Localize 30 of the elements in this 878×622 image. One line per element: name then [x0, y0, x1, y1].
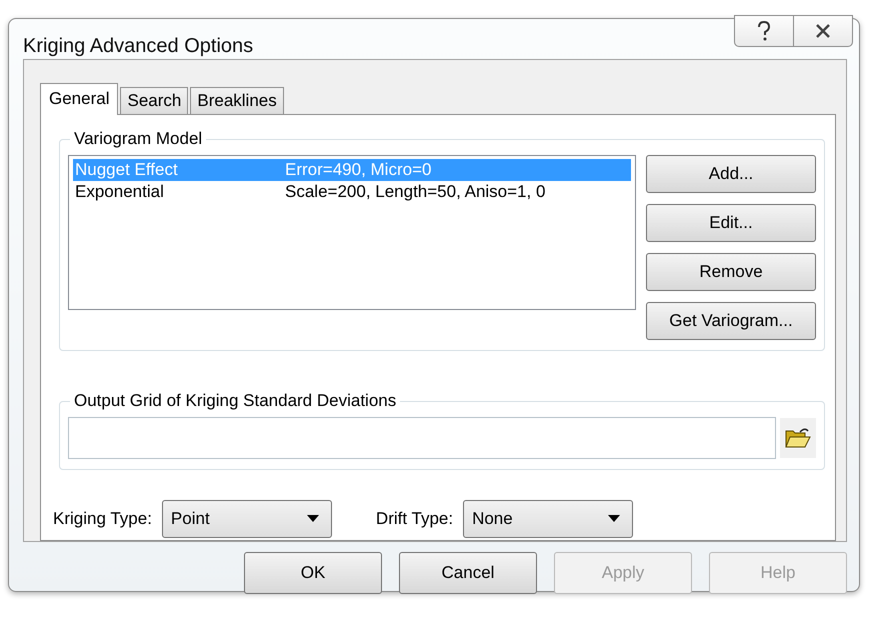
dropdown-arrow-icon: [306, 515, 319, 523]
button[interactable]: Get Variogram...: [646, 302, 816, 340]
tab[interactable]: General: [40, 83, 118, 115]
group-title: Output Grid of Kriging Standard Deviations: [73, 391, 398, 411]
button[interactable]: Add...: [646, 155, 816, 193]
dropdown[interactable]: None: [463, 500, 634, 538]
tab[interactable]: Search: [120, 87, 188, 114]
close-button[interactable]: [793, 15, 853, 47]
tab[interactable]: Breaklines: [190, 87, 284, 114]
browse-button[interactable]: [780, 418, 816, 458]
button[interactable]: Remove: [646, 253, 816, 291]
folder-icon: [785, 427, 811, 449]
close-icon: [815, 23, 831, 39]
field-label: Drift Type:: [376, 509, 454, 529]
group-title: Variogram Model: [73, 129, 204, 149]
input-field[interactable]: [68, 417, 776, 459]
list-row[interactable]: Exponential Scale=200, Length=50, Aniso=1, 0: [73, 181, 631, 203]
question-mark-icon: [757, 21, 771, 41]
dropdown[interactable]: Point: [162, 500, 332, 538]
model-name: Exponential: [75, 181, 165, 203]
model-parameters: Error=490, Micro=0: [285, 159, 432, 181]
button[interactable]: Edit...: [646, 204, 816, 242]
window-title: Kriging Advanced Options: [23, 35, 254, 58]
dialog-button[interactable]: OK: [244, 552, 382, 594]
help-button[interactable]: [734, 15, 793, 47]
dialog-button[interactable]: Cancel: [399, 552, 537, 594]
model-name: Nugget Effect: [75, 159, 179, 181]
dropdown-arrow-icon: [608, 515, 620, 523]
field-label: Kriging Type:: [53, 509, 152, 529]
model-parameters: Scale=200, Length=50, Aniso=1, 0: [285, 181, 546, 203]
